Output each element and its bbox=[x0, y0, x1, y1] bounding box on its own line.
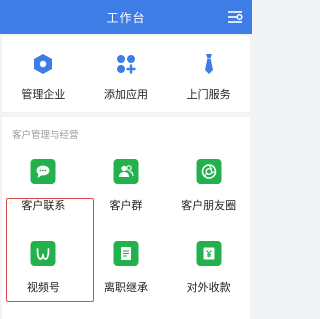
settings-sliders-icon[interactable] bbox=[226, 8, 244, 26]
onsite-service-button[interactable]: 上门服务 bbox=[167, 46, 250, 106]
external-payment-label: 对外收款 bbox=[186, 281, 231, 294]
customer-moments-button[interactable]: 客户朋友圈 bbox=[167, 159, 250, 223]
manage-enterprise-label: 管理企业 bbox=[21, 88, 66, 101]
add-apps-icon bbox=[114, 52, 138, 76]
add-app-button[interactable]: 添加应用 bbox=[85, 46, 168, 106]
resignation-inheritance-button[interactable]: 离职继承 bbox=[85, 241, 168, 305]
management-grid: 管理企业 添加应用 上门服务 bbox=[2, 46, 250, 106]
add-app-label: 添加应用 bbox=[103, 88, 148, 101]
camera-shutter-icon bbox=[196, 159, 222, 184]
external-payment-button[interactable]: 对外收款 bbox=[167, 241, 250, 305]
group-icon bbox=[113, 159, 139, 184]
necktie-icon bbox=[197, 52, 221, 76]
onsite-service-label: 上门服务 bbox=[186, 88, 231, 101]
customer-group-label: 客户群 bbox=[109, 199, 143, 212]
resignation-inheritance-label: 离职继承 bbox=[103, 281, 148, 294]
channels-button[interactable]: 视频号 bbox=[2, 241, 85, 305]
top-bar: 工作台 bbox=[0, 0, 252, 34]
hexagon-icon bbox=[31, 52, 55, 76]
management-card: 管理企业 添加应用 上门服务 bbox=[2, 36, 250, 112]
customer-apps-row-1: 客户联系 客户群 客户朋友圈 bbox=[2, 159, 250, 223]
yuan-payment-icon bbox=[196, 241, 222, 266]
chat-bubble-icon bbox=[30, 159, 56, 184]
customer-group-button[interactable]: 客户群 bbox=[85, 159, 168, 223]
page-title: 工作台 bbox=[106, 11, 146, 25]
customer-contact-label: 客户联系 bbox=[21, 199, 66, 212]
customer-moments-label: 客户朋友圈 bbox=[181, 199, 237, 212]
customer-apps-row-2: 视频号 离职继承 对外收款 bbox=[2, 241, 250, 305]
channels-icon bbox=[30, 241, 56, 266]
customer-management-card: 客户管理与经营 客户联系 客户群 客户朋友圈 视频号 离职继承 对外收款 bbox=[2, 117, 250, 319]
section-title: 客户管理与经营 bbox=[12, 130, 79, 141]
channels-label: 视频号 bbox=[26, 281, 60, 294]
customer-contact-button[interactable]: 客户联系 bbox=[2, 159, 85, 223]
manage-enterprise-button[interactable]: 管理企业 bbox=[2, 46, 85, 106]
document-icon bbox=[113, 241, 139, 266]
